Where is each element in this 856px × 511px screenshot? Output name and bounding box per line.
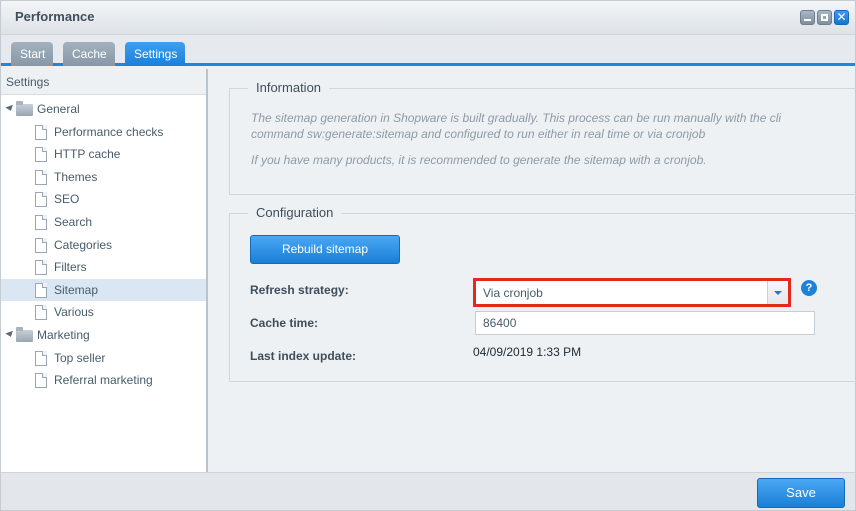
document-icon	[35, 125, 47, 140]
tab-bar: Start Cache Settings	[1, 35, 855, 66]
cache-time-label: Cache time:	[250, 316, 319, 330]
tree-item-label: Performance checks	[54, 125, 164, 139]
tree-header: Settings	[1, 69, 206, 95]
tree-item-seo[interactable]: SEO	[1, 188, 206, 210]
refresh-strategy-value: Via cronjob	[483, 286, 543, 300]
rebuild-sitemap-button[interactable]: Rebuild sitemap	[250, 235, 400, 264]
window-controls: ✕	[800, 10, 849, 25]
help-icon[interactable]: ?	[801, 280, 817, 296]
tree-item-label: Search	[54, 215, 93, 229]
configuration-legend: Configuration	[248, 205, 342, 220]
close-icon: ✕	[836, 10, 847, 24]
tree-item-referral-marketing[interactable]: Referral marketing	[1, 369, 206, 391]
tree-group-label: Marketing	[37, 328, 90, 342]
tree-item-label: Various	[54, 305, 94, 319]
document-icon	[35, 215, 47, 230]
tree-item-performance-checks[interactable]: Performance checks	[1, 121, 206, 143]
maximize-button[interactable]	[817, 10, 832, 25]
tree-item-label: Top seller	[54, 351, 106, 365]
footer-toolbar: Save	[1, 472, 855, 510]
document-icon	[35, 351, 47, 366]
tree-item-search[interactable]: Search	[1, 211, 206, 233]
tree-item-label: Themes	[54, 170, 98, 184]
save-button[interactable]: Save	[757, 478, 845, 508]
tab-start[interactable]: Start	[11, 42, 53, 66]
minimize-button[interactable]	[800, 10, 815, 25]
tree-group-general[interactable]: General	[1, 98, 206, 120]
title-bar[interactable]: Performance ✕	[1, 1, 855, 35]
document-icon	[35, 305, 47, 320]
sitemap-settings-panel: Information The sitemap generation in Sh…	[210, 69, 856, 472]
document-icon	[35, 147, 47, 162]
information-text-1: The sitemap generation in Shopware is bu…	[251, 111, 782, 141]
expand-arrow-icon[interactable]	[5, 330, 15, 339]
tree-item-label: Categories	[54, 238, 113, 252]
tree-group-label: General	[37, 102, 80, 116]
document-icon	[35, 192, 47, 207]
tree-item-label: Sitemap	[54, 283, 99, 297]
tree-item-http-cache[interactable]: HTTP cache	[1, 143, 206, 165]
tree-group-marketing[interactable]: Marketing	[1, 324, 206, 346]
tree-item-top-seller[interactable]: Top seller	[1, 347, 206, 369]
last-index-update-value: 04/09/2019 1:33 PM	[473, 345, 582, 359]
close-button[interactable]: ✕	[834, 10, 849, 25]
expand-arrow-icon[interactable]	[5, 104, 15, 113]
tree-item-categories[interactable]: Categories	[1, 234, 206, 256]
document-icon	[35, 260, 47, 275]
minimize-icon	[801, 11, 814, 24]
last-index-update-label: Last index update:	[250, 349, 357, 363]
information-fieldset: Information The sitemap generation in Sh…	[229, 80, 856, 195]
folder-icon	[16, 327, 33, 342]
tree-item-themes[interactable]: Themes	[1, 166, 206, 188]
tree-item-various[interactable]: Various	[1, 301, 206, 323]
tree-item-filters[interactable]: Filters	[1, 256, 206, 278]
tab-settings[interactable]: Settings	[125, 42, 185, 66]
information-text-2: If you have many products, it is recomme…	[251, 153, 707, 167]
cache-time-input[interactable]: 86400	[475, 311, 815, 335]
tree-item-label: Filters	[54, 260, 87, 274]
performance-window: Performance ✕ Start Cache Settings Setti…	[0, 0, 856, 511]
tree-item-label: SEO	[54, 192, 80, 206]
document-icon	[35, 373, 47, 388]
document-icon	[35, 238, 47, 253]
refresh-strategy-select[interactable]: Via cronjob	[473, 278, 791, 307]
maximize-icon	[818, 11, 831, 24]
refresh-strategy-label: Refresh strategy:	[250, 283, 349, 297]
chevron-down-icon[interactable]	[767, 281, 788, 304]
tree-item-label: HTTP cache	[54, 147, 121, 161]
folder-icon	[16, 101, 33, 116]
document-icon	[35, 170, 47, 185]
information-legend: Information	[248, 80, 330, 95]
settings-tree-panel: Settings General Performance checks HTTP…	[1, 69, 208, 472]
tree-item-sitemap[interactable]: Sitemap	[1, 279, 206, 301]
tree-item-label: Referral marketing	[54, 373, 153, 387]
document-icon	[35, 283, 47, 298]
window-title: Performance	[15, 9, 95, 24]
tab-cache[interactable]: Cache	[63, 42, 115, 66]
